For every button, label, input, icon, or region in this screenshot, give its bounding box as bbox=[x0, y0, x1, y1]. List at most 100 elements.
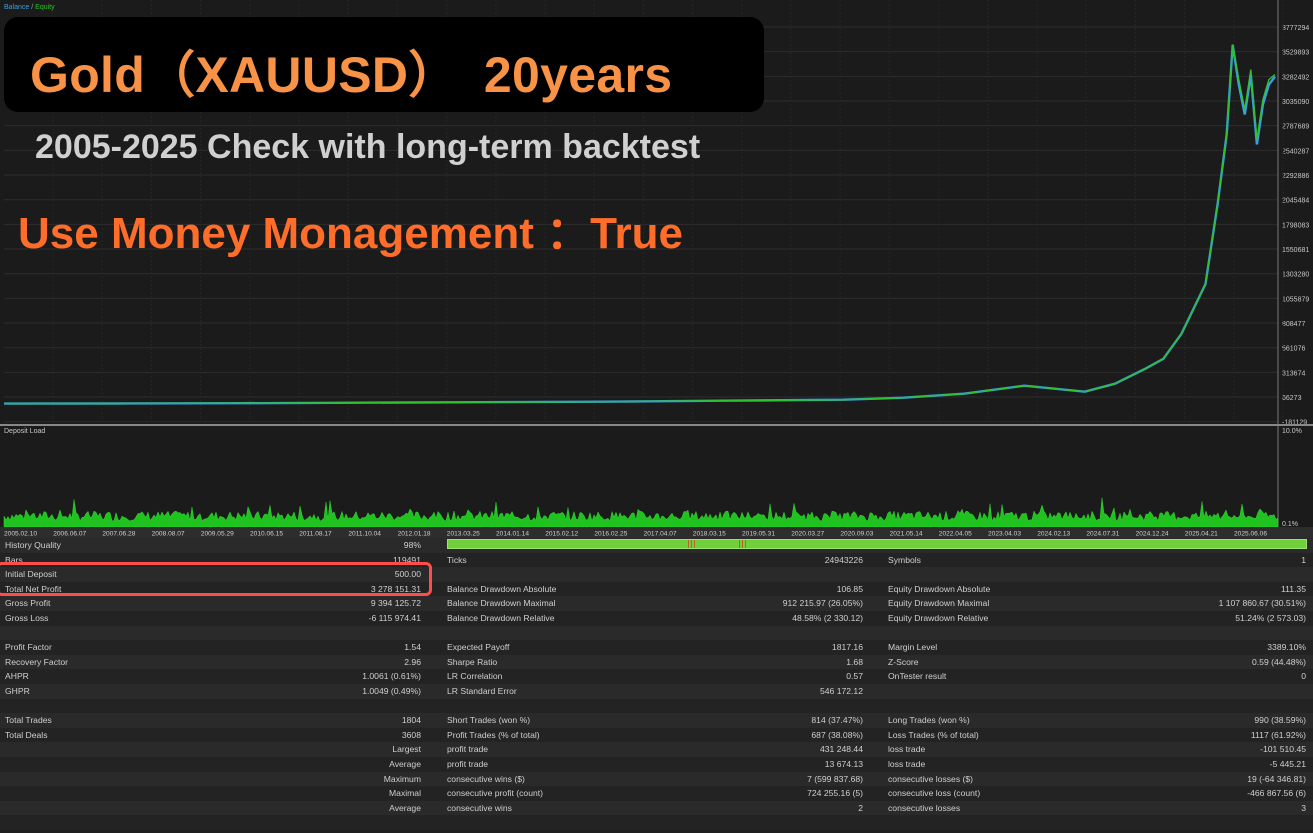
report-label: consecutive wins bbox=[447, 802, 512, 813]
report-row: Maximal consecutive profit (count) 724 255… bbox=[0, 786, 1313, 801]
report-label: Balance Drawdown Relative bbox=[447, 613, 555, 623]
report-value: 1804 bbox=[401, 715, 421, 726]
report-label: Expected Payoff bbox=[447, 642, 510, 653]
quality-gap-mark bbox=[688, 540, 689, 548]
report-value: 1117 (61.92%) bbox=[1250, 729, 1306, 740]
date-tick-label: 2010.06.15 bbox=[250, 531, 283, 538]
deposit-load-title: Deposit Load bbox=[4, 428, 46, 435]
date-tick-label: 2008.08.07 bbox=[152, 531, 185, 538]
overlay-money-management: Use Money Monagement ：True bbox=[18, 209, 684, 258]
quality-gap-mark bbox=[739, 540, 740, 548]
date-tick-label: 2011.10.04 bbox=[348, 531, 381, 538]
report-value: 814 (37.47%) bbox=[811, 715, 863, 726]
y-tick-label: 1303280 bbox=[1282, 272, 1309, 279]
report-value: Largest bbox=[392, 744, 421, 755]
report-label: Total Deals bbox=[5, 729, 48, 740]
report-label: Long Trades (won %) bbox=[888, 715, 970, 726]
report-value: 13 674.13 bbox=[824, 759, 863, 769]
y-tick-label: 3282492 bbox=[1282, 74, 1309, 81]
report-value: 687 (38.08%) bbox=[811, 729, 863, 740]
report-value: 546 172.12 bbox=[819, 686, 863, 696]
report-label: Balance Drawdown Maximal bbox=[447, 598, 556, 609]
chart-legend: Balance / Equity bbox=[4, 4, 55, 11]
report-label: Equity Drawdown Maximal bbox=[888, 598, 990, 609]
report-row bbox=[0, 698, 1313, 714]
report-label: Balance Drawdown Absolute bbox=[447, 583, 557, 594]
report-value: 1.54 bbox=[404, 642, 421, 653]
deposit-load-area bbox=[3, 497, 1279, 527]
quality-gap-mark bbox=[694, 540, 695, 548]
date-tick-label: 2015.02.12 bbox=[545, 531, 578, 538]
overlay-subtitle: 2005-2025 Check with long-term backtest bbox=[35, 128, 701, 166]
report-value: 3608 bbox=[401, 729, 421, 740]
report-label: consecutive wins ($) bbox=[447, 773, 525, 784]
report-value: 1 bbox=[1301, 554, 1306, 565]
balance-equity-chart: Balance / Equity 3777294 3529893 3282492 30… bbox=[0, 0, 1313, 424]
quality-gap-mark bbox=[691, 540, 692, 548]
report-row: Average profit trade 13 674.13 loss trade -5… bbox=[0, 757, 1313, 772]
report-label: Z-Score bbox=[888, 656, 919, 667]
report-label: consecutive losses bbox=[888, 802, 961, 813]
report-value: -466 867.56 (6) bbox=[1247, 788, 1306, 799]
report-value: Average bbox=[389, 759, 421, 769]
y-tick-label: 3777294 bbox=[1282, 25, 1309, 32]
report-value: 48.58% (2 330.12) bbox=[792, 613, 863, 623]
date-tick-label: 2023.04.03 bbox=[988, 531, 1021, 538]
report-label: profit trade bbox=[447, 759, 489, 769]
report-label: Short Trades (won %) bbox=[447, 715, 531, 726]
report-value: 0.59 (44.48%) bbox=[1252, 656, 1306, 667]
report-label: Loss Trades (% of total) bbox=[888, 729, 979, 740]
legend-equity: Equity bbox=[35, 4, 55, 11]
date-tick-label: 2007.06.28 bbox=[102, 531, 135, 538]
report-label: Profit Trades (% of total) bbox=[447, 729, 540, 740]
date-tick-label: 2018.03.15 bbox=[693, 531, 726, 538]
legend-balance: Balance bbox=[4, 4, 30, 11]
report-label: Total Trades bbox=[5, 715, 52, 726]
report-value: -101 510.45 bbox=[1260, 744, 1306, 755]
report-value: 1.68 bbox=[846, 656, 863, 667]
date-axis: 2005.02.10 2006.06.07 2007.06.28 2008.08.07… bbox=[0, 527, 1313, 538]
date-tick-label: 2022.04.05 bbox=[939, 531, 972, 538]
report-row: Largest profit trade 431 248.44 loss trade -… bbox=[0, 742, 1313, 757]
report-value: 9 394 125.72 bbox=[370, 598, 421, 609]
date-tick-label: 2020.09.03 bbox=[840, 531, 873, 538]
report-label: Margin Level bbox=[888, 642, 938, 653]
report-label: Equity Drawdown Absolute bbox=[888, 583, 991, 594]
report-label: LR Correlation bbox=[447, 671, 503, 682]
report-label: Profit Factor bbox=[5, 642, 52, 653]
deposit-load-plot: 10.0%0.1% bbox=[3, 426, 1302, 527]
legend-separator: / bbox=[31, 4, 34, 11]
report-row: Total Deals 3608 Profit Trades (% of total… bbox=[0, 727, 1313, 743]
report-row bbox=[0, 625, 1313, 641]
quality-gap-mark bbox=[745, 540, 746, 548]
y-tick-label: 3035090 bbox=[1282, 99, 1309, 106]
report-value: Average bbox=[389, 802, 421, 813]
y-tick-label: 2787689 bbox=[1282, 124, 1309, 131]
y-tick-label: 2292886 bbox=[1282, 173, 1309, 180]
y-tick-label: 1055879 bbox=[1282, 296, 1309, 303]
report-value: Maximal bbox=[389, 788, 421, 799]
date-tick-label: 2024.07.31 bbox=[1086, 531, 1119, 538]
report-label: consecutive loss (count) bbox=[888, 788, 981, 799]
report-label: Gross Loss bbox=[5, 613, 49, 623]
report-value: 2 bbox=[858, 802, 863, 813]
y-tick-label: 808477 bbox=[1282, 321, 1305, 328]
report-value: 19 (-64 346.81) bbox=[1247, 773, 1306, 784]
date-tick-label: 2005.02.10 bbox=[4, 531, 37, 538]
report-value: 111.35 bbox=[1280, 583, 1306, 594]
overlay-title: Gold（XAUUSD） 20years bbox=[30, 47, 673, 103]
report-label: LR Standard Error bbox=[447, 686, 517, 696]
report-label: Equity Drawdown Relative bbox=[888, 613, 989, 623]
report-label: OnTester result bbox=[888, 671, 947, 682]
report-value: 98% bbox=[403, 540, 421, 550]
report-value: 431 248.44 bbox=[819, 744, 863, 755]
report-label: Ticks bbox=[447, 554, 467, 565]
date-tick-label: 2024.02.13 bbox=[1037, 531, 1070, 538]
quality-gap-mark bbox=[742, 540, 743, 548]
report-label: loss trade bbox=[888, 759, 926, 769]
report-row: Average consecutive wins 2 consecutive loss… bbox=[0, 800, 1313, 816]
report-value: 724 255.16 (5) bbox=[807, 788, 863, 799]
report-value: 1 107 860.67 (30.51%) bbox=[1218, 598, 1306, 609]
date-tick-label: 2021.05.14 bbox=[890, 531, 923, 538]
report-value: Maximum bbox=[383, 773, 421, 784]
